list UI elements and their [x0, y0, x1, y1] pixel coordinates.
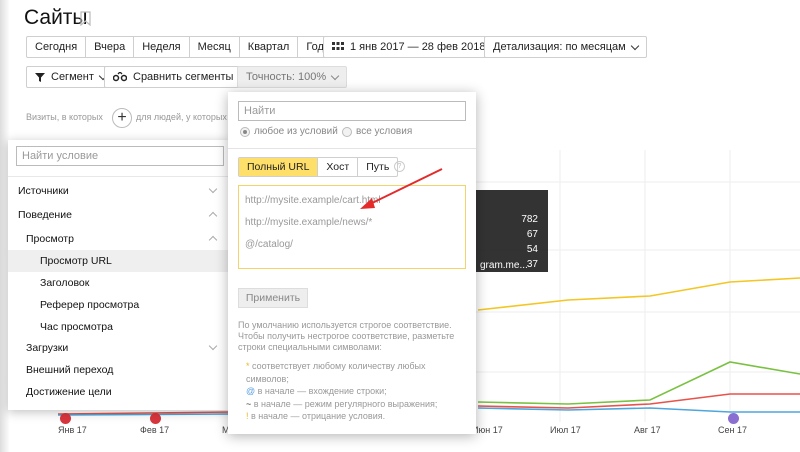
calendar-icon	[332, 42, 344, 50]
condition-item-title[interactable]: Заголовок	[8, 272, 230, 294]
condition-label: Поведение	[18, 209, 72, 221]
chevron-down-icon	[330, 71, 340, 80]
condition-item-goal[interactable]: Достижение цели	[8, 381, 230, 403]
radio-label: любое из условий	[254, 126, 338, 137]
period-week[interactable]: Неделя	[134, 37, 190, 57]
period-yesterday[interactable]: Вчера	[86, 37, 135, 57]
radio-all-conditions[interactable]: все условия	[342, 126, 412, 137]
chevron-down-icon	[630, 41, 639, 50]
x-tick-label: Авг 17	[634, 425, 661, 435]
segment-label: Сегмент	[51, 71, 94, 83]
condition-item-behavior[interactable]: Поведение	[8, 204, 230, 226]
series-line	[477, 361, 800, 405]
chevron-down-icon	[208, 341, 218, 351]
syntax-item: * соответствует любому количеству любых …	[246, 360, 466, 385]
annotation-badge[interactable]	[60, 413, 71, 424]
compare-segments-button[interactable]: Сравнить сегменты	[104, 66, 255, 88]
condition-label: Достижение цели	[26, 386, 112, 398]
condition-item-referer[interactable]: Реферер просмотра	[8, 294, 230, 316]
condition-item-pageview-url[interactable]: Просмотр URL	[8, 250, 230, 272]
date-range-button[interactable]: 1 янв 2017 — 28 фев 2018	[323, 36, 495, 58]
syntax-item: ! в начале — отрицание условия.	[246, 410, 466, 423]
syntax-text: в начале — режим регулярного выражения;	[251, 398, 438, 409]
funnel-icon	[35, 72, 45, 82]
annotation-arrow-icon	[360, 168, 443, 209]
url-line: http://mysite.example/news/*	[245, 217, 373, 228]
page-title: Сайты	[24, 6, 88, 29]
compare-icon	[113, 72, 127, 82]
tooltip-source-label: gram.me...	[480, 260, 528, 271]
chevron-up-icon	[208, 211, 218, 221]
condition-item-hour[interactable]: Час просмотра	[8, 316, 230, 338]
syntax-text: в начале — отрицание условия.	[248, 411, 386, 421]
syntax-text: в начале — вхождение строки;	[255, 386, 387, 396]
annotation-badge[interactable]	[150, 413, 161, 424]
condition-label: Реферер просмотра	[40, 299, 140, 311]
series-line	[477, 277, 800, 311]
condition-label: Час просмотра	[40, 321, 113, 333]
series-layer	[477, 277, 800, 413]
radio-dot	[240, 126, 250, 137]
syntax-help-list: * соответствует любому количеству любых …	[246, 360, 466, 423]
divider	[8, 176, 230, 177]
radio-dot	[342, 126, 352, 137]
syntax-item: ~ в начале — режим регулярного выражения…	[246, 398, 466, 411]
tooltip-value: 67	[526, 229, 538, 240]
condition-list-panel: Найти условие Источники Поведение Просмо…	[8, 140, 230, 410]
plus-icon: +	[117, 109, 127, 126]
x-tick-label: Сен 17	[718, 425, 747, 435]
condition-label: Источники	[18, 185, 69, 197]
detail-dropdown[interactable]: Детализация: по месяцам	[484, 36, 647, 58]
apply-button[interactable]: Применить	[238, 288, 308, 308]
condition-item-pageview[interactable]: Просмотр	[8, 228, 230, 250]
bookmark-icon[interactable]	[80, 11, 91, 26]
chevron-up-icon	[208, 235, 218, 245]
annotation-badge[interactable]	[728, 413, 739, 424]
url-line: @/catalog/	[245, 239, 293, 250]
radio-label: все условия	[356, 126, 413, 137]
segment-button[interactable]: Сегмент	[26, 66, 115, 88]
accuracy-label: Точность: 100%	[246, 71, 327, 83]
people-hint: для людей, у которых	[136, 112, 227, 122]
tooltip-value: 37	[526, 259, 538, 270]
accuracy-dropdown[interactable]: Точность: 100%	[237, 66, 348, 88]
syntax-item: @ в начале — вхождение строки;	[246, 385, 466, 398]
url-condition-popup: Найти любое из условий все условия Полны…	[228, 92, 476, 434]
tooltip-value: 54	[526, 244, 538, 255]
x-tick-label: Янв 17	[58, 425, 87, 435]
find-input[interactable]: Найти	[238, 101, 466, 121]
condition-item-downloads[interactable]: Загрузки	[8, 337, 230, 359]
radio-any-condition[interactable]: любое из условий	[240, 126, 338, 137]
condition-item-sources[interactable]: Источники	[8, 180, 230, 202]
divider	[228, 148, 476, 149]
help-text: По умолчанию используется строгое соотве…	[238, 320, 455, 352]
syntax-symbol: @	[246, 386, 256, 396]
period-today[interactable]: Сегодня	[27, 37, 87, 57]
period-month[interactable]: Месяц	[190, 37, 240, 57]
tooltip-value: 782	[521, 214, 538, 225]
add-condition-button[interactable]: +	[112, 108, 132, 128]
condition-label: Заголовок	[40, 277, 90, 289]
condition-label: Просмотр URL	[40, 255, 112, 267]
visits-hint: Визиты, в которых	[26, 112, 103, 122]
date-range-label: 1 янв 2017 — 28 фев 2018	[350, 41, 486, 53]
x-tick-label: Фев 17	[140, 425, 170, 435]
condition-search-input[interactable]: Найти условие	[16, 146, 224, 166]
condition-label: Просмотр	[26, 233, 74, 245]
chart-tooltip: 782 67 54 37 gram.me...	[470, 190, 548, 272]
detail-label: Детализация: по месяцам	[493, 41, 626, 53]
tab-full-url[interactable]: Полный URL	[239, 158, 319, 176]
x-tick-label: Июл 17	[550, 425, 581, 435]
chevron-down-icon	[208, 184, 218, 194]
condition-label: Загрузки	[26, 342, 69, 354]
compare-label: Сравнить сегменты	[133, 71, 234, 83]
condition-label: Внешний переход	[26, 364, 114, 376]
series-line	[477, 407, 800, 413]
x-tick-label: Июн 17	[472, 425, 503, 435]
period-selector: Сегодня Вчера Неделя Месяц Квартал Год	[26, 36, 333, 58]
period-quarter[interactable]: Квартал	[240, 37, 299, 57]
condition-item-external-link[interactable]: Внешний переход	[8, 359, 230, 381]
syntax-text: соответствует любому количеству любых си…	[246, 361, 426, 384]
